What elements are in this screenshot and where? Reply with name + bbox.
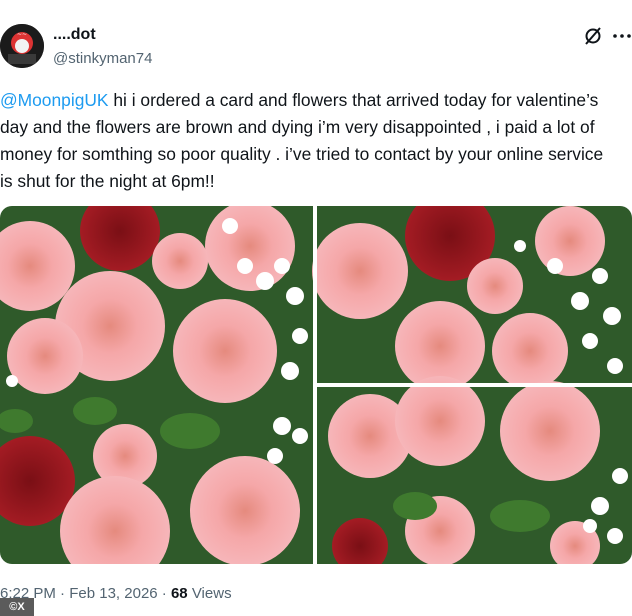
tweet-date[interactable]: Feb 13, 2026: [69, 585, 157, 602]
photo-3[interactable]: [317, 376, 632, 564]
photo-2[interactable]: [312, 206, 632, 391]
grok-icon[interactable]: [583, 26, 603, 46]
views-label: Views: [187, 585, 232, 602]
mention-link[interactable]: @MoonpigUK: [0, 90, 109, 110]
avatar-icon: ~~: [0, 24, 44, 68]
tweet-text: @MoonpigUK hi i ordered a card and flowe…: [0, 87, 620, 195]
more-icon[interactable]: [612, 26, 632, 46]
meta-separator: ·: [55, 585, 70, 602]
meta-separator: ·: [157, 585, 171, 602]
views-count[interactable]: 68: [171, 585, 188, 602]
photo-1[interactable]: [0, 206, 313, 564]
avatar[interactable]: ~~: [0, 24, 44, 68]
svg-text:~~: ~~: [17, 31, 27, 38]
watermark: ©X: [0, 598, 34, 616]
display-name[interactable]: ....dot: [53, 26, 96, 44]
media-grid: [0, 206, 632, 564]
user-handle[interactable]: @stinkyman74: [53, 50, 152, 67]
tweet-meta: 6:22 PM · Feb 13, 2026 · 68 Views: [0, 585, 232, 602]
